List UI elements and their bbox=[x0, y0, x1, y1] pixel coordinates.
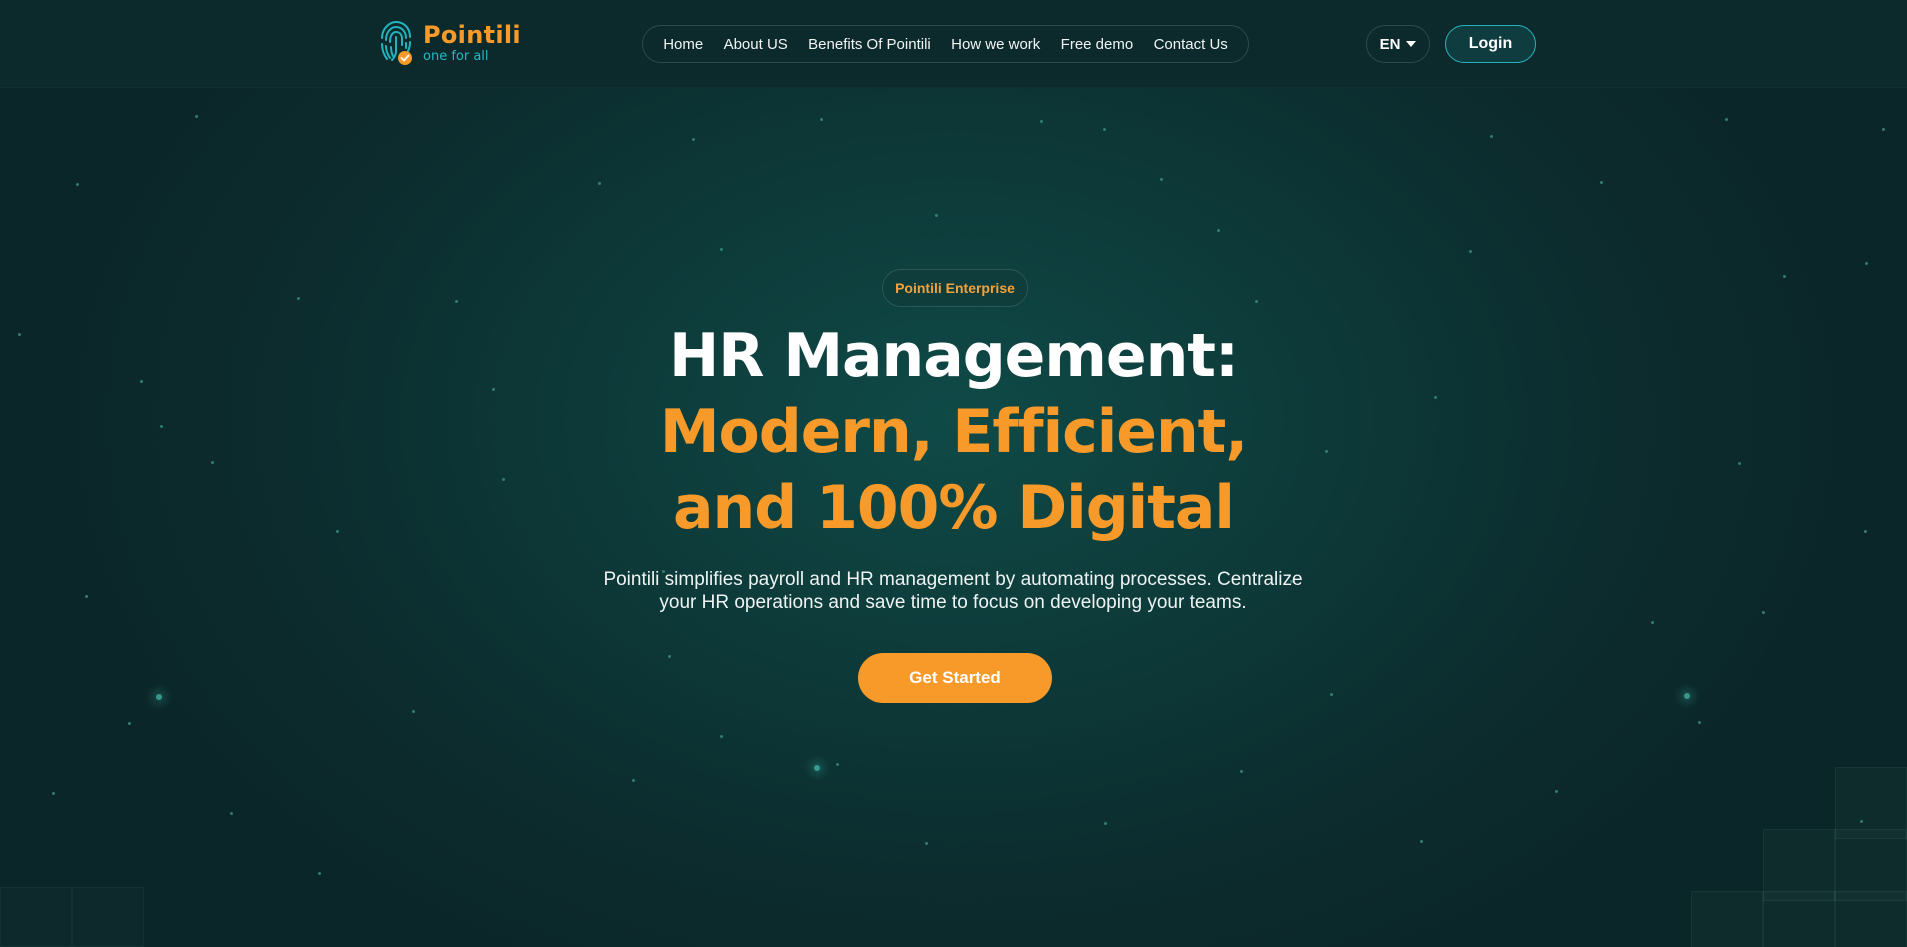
login-button[interactable]: Login bbox=[1445, 25, 1536, 63]
nav-item-how-we-work[interactable]: How we work bbox=[951, 36, 1040, 53]
hero-subtitle-line-2: your HR operations and save time to focu… bbox=[659, 592, 1247, 613]
top-navbar: Pointili one for all Home About US Benef… bbox=[0, 0, 1907, 88]
nav-item-free-demo[interactable]: Free demo bbox=[1061, 36, 1134, 53]
hero-title-line-1: HR Management: bbox=[669, 321, 1239, 391]
main-navigation: Home About US Benefits Of Pointili How w… bbox=[642, 25, 1249, 63]
nav-item-about-us[interactable]: About US bbox=[724, 36, 788, 53]
language-selector[interactable]: EN bbox=[1366, 25, 1430, 63]
brand-tagline: one for all bbox=[423, 49, 489, 64]
hero-subtitle-line-1: Pointili simplifies payroll and HR manag… bbox=[603, 569, 1303, 590]
brand-logo[interactable]: Pointili one for all bbox=[375, 18, 521, 68]
grid-decoration-right bbox=[1577, 767, 1907, 947]
nav-item-benefits[interactable]: Benefits Of Pointili bbox=[808, 36, 931, 53]
fingerprint-check-icon bbox=[381, 20, 412, 65]
brand-name: Pointili bbox=[423, 21, 521, 49]
grid-decoration-left bbox=[0, 887, 160, 947]
get-started-button[interactable]: Get Started bbox=[858, 653, 1052, 703]
nav-item-home[interactable]: Home bbox=[663, 36, 703, 53]
language-label: EN bbox=[1379, 35, 1401, 53]
chevron-down-icon bbox=[1406, 41, 1417, 47]
hero-title-line-3: and 100% Digital bbox=[673, 473, 1235, 543]
hero-badge: Pointili Enterprise bbox=[882, 269, 1028, 307]
hero-title-line-2: Modern, Efficient, bbox=[659, 397, 1248, 467]
nav-item-contact-us[interactable]: Contact Us bbox=[1154, 36, 1228, 53]
hero-title: HR Management: Modern, Efficient, and 10… bbox=[0, 318, 1907, 546]
hero-subtitle: Pointili simplifies payroll and HR manag… bbox=[553, 568, 1353, 614]
